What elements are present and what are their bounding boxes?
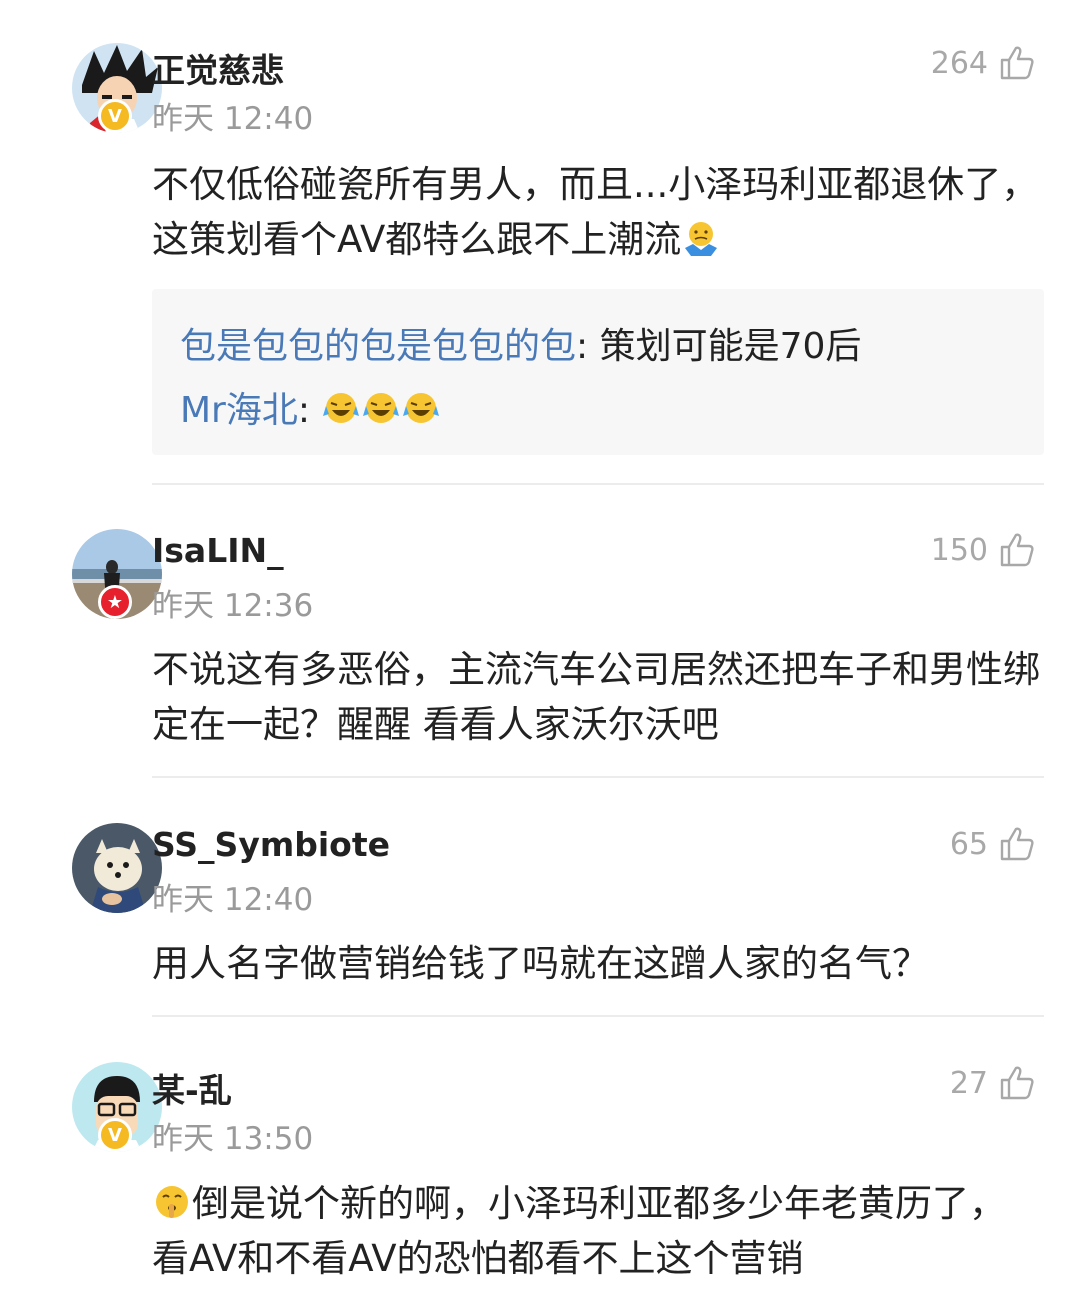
thumbs-up-icon (1000, 1066, 1034, 1100)
thumbs-up-icon (1000, 533, 1034, 567)
username[interactable]: 某-乱 (152, 1064, 232, 1112)
star-badge-icon: ★ (98, 585, 132, 619)
divider (152, 483, 1044, 485)
like-count: 27 (949, 1065, 988, 1101)
avatar[interactable] (72, 823, 162, 913)
comment-body: 不仅低俗碰瓷所有男人，而且...小泽玛利亚都退休了，这策划看个AV都特么跟不上潮… (152, 163, 1039, 261)
laugh-cry-emoji-icon (363, 393, 400, 423)
timestamp: 昨天 12:36 (152, 588, 314, 624)
timestamp: 昨天 13:50 (152, 1121, 314, 1157)
comment-text: 用人名字做营销给钱了吗就在这蹭人家的名气？ (152, 942, 929, 985)
avatar-container[interactable]: V (36, 1062, 162, 1158)
like-button[interactable]: 27 (950, 1064, 1036, 1102)
reply-separator: : (576, 326, 600, 367)
timestamp: 昨天 12:40 (152, 882, 314, 918)
avatar-image (72, 823, 162, 913)
reply-box[interactable]: 包是包包的包是包包的包: 策划可能是70后 Mr海北: (152, 289, 1044, 455)
divider (152, 776, 1044, 778)
like-count: 150 (930, 532, 988, 568)
reply-item: 包是包包的包是包包的包: 策划可能是70后 (180, 315, 1044, 379)
reply-username[interactable]: 包是包包的包是包包的包 (180, 326, 576, 367)
like-button[interactable]: 150 (931, 531, 1036, 569)
laugh-cry-emoji-icon (323, 393, 360, 423)
reply-item: Mr海北: (180, 379, 1044, 443)
reply-separator: : (297, 390, 322, 431)
username[interactable]: 正觉慈悲 (152, 44, 284, 92)
timestamp: 昨天 12:40 (152, 101, 314, 137)
verified-badge-icon: V (98, 99, 132, 133)
thumbs-up-icon (1000, 46, 1034, 80)
reply-username[interactable]: Mr海北 (180, 390, 298, 431)
like-count: 65 (949, 826, 988, 862)
shush-emoji-icon (156, 1186, 188, 1218)
comment-body: 倒是说个新的啊，小泽玛利亚都多少年老黄历了，看AV和不看AV的恐怕都看不上这个营… (152, 1182, 1006, 1280)
like-button[interactable]: 264 (931, 44, 1036, 82)
shrug-emoji-icon (685, 222, 718, 256)
thumbs-up-icon (1000, 827, 1034, 861)
comment-text: 倒是说个新的啊，小泽玛利亚都多少年老黄历了，看AV和不看AV的恐怕都看不上这个营… (152, 1176, 1042, 1286)
laugh-cry-emoji-icon (403, 393, 440, 423)
laugh-cry-emoji-group (321, 390, 441, 431)
like-count: 264 (930, 45, 988, 81)
like-button[interactable]: 65 (950, 825, 1036, 863)
verified-badge-icon: V (98, 1118, 132, 1152)
comment-text: 不说这有多恶俗，主流汽车公司居然还把车子和男性绑定在一起？醒醒 看看人家沃尔沃吧 (152, 648, 1040, 746)
divider (152, 1015, 1044, 1017)
comment-text: 不仅低俗碰瓷所有男人，而且...小泽玛利亚都退休了，这策划看个AV都特么跟不上潮… (152, 157, 1042, 267)
avatar-container[interactable]: V (36, 43, 162, 139)
avatar-container[interactable]: ★ (36, 529, 162, 625)
reply-text: 策划可能是70后 (599, 326, 862, 367)
username[interactable]: IsaLIN_ (152, 531, 284, 570)
avatar-container[interactable] (36, 823, 162, 919)
username[interactable]: SS_Symbiote (152, 825, 390, 864)
